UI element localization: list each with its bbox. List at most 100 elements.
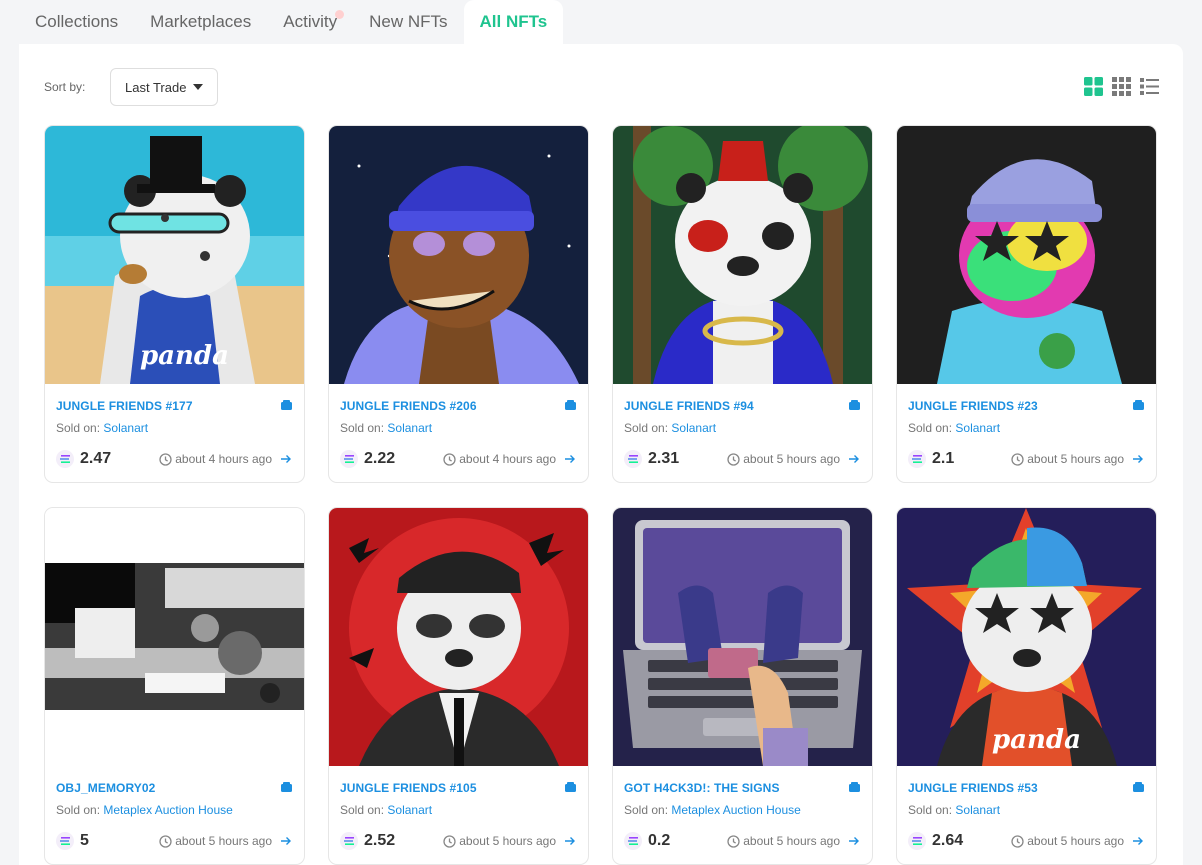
nft-image xyxy=(45,508,304,766)
solana-icon xyxy=(340,450,358,468)
tab-collections[interactable]: Collections xyxy=(19,0,134,44)
price: 2.1 xyxy=(932,450,955,467)
solana-icon xyxy=(56,450,74,468)
price-row: 2.47 about 4 hours ago xyxy=(56,448,292,470)
content-panel: Sort by: Last Trade panda JUNGLE FRIENDS… xyxy=(19,44,1183,865)
notification-dot xyxy=(335,10,345,19)
jersey-text: panda xyxy=(992,725,1081,755)
nft-card[interactable]: JUNGLE FRIENDS #206 Sold on: Solanart 2.… xyxy=(328,125,589,483)
trade-time: about 5 hours ago xyxy=(1011,452,1124,466)
trade-time: about 4 hours ago xyxy=(443,452,556,466)
nft-card[interactable]: panda JUNGLE FRIENDS #53 Sold on: Solana… xyxy=(896,507,1157,865)
price-row: 2.31 about 5 hours ago xyxy=(624,448,860,470)
sold-on: Sold on: Solanart xyxy=(340,803,433,817)
clock-icon xyxy=(727,834,740,848)
marketplace-link[interactable]: Solanart xyxy=(387,803,432,817)
nft-name[interactable]: JUNGLE FRIENDS #206 xyxy=(340,399,477,413)
price-row: 2.64 about 5 hours ago xyxy=(908,830,1144,852)
sort-label: Sort by: xyxy=(44,80,86,94)
arrow-right-icon[interactable] xyxy=(280,453,292,465)
tab-new-nfts[interactable]: New NFTs xyxy=(353,0,463,44)
tab-all-nfts[interactable]: All NFTs xyxy=(463,0,564,44)
price-row: 2.52 about 5 hours ago xyxy=(340,830,576,852)
arrow-right-icon[interactable] xyxy=(848,835,860,847)
marketplace-link[interactable]: Solanart xyxy=(955,803,1000,817)
marketplace-link[interactable]: Solanart xyxy=(387,421,432,435)
price-row: 2.22 about 4 hours ago xyxy=(340,448,576,470)
sold-on: Sold on: Solanart xyxy=(908,803,1001,817)
arrow-right-icon[interactable] xyxy=(1132,453,1144,465)
nft-card[interactable]: JUNGLE FRIENDS #105 Sold on: Solanart 2.… xyxy=(328,507,589,865)
arrow-right-icon[interactable] xyxy=(564,453,576,465)
arrow-right-icon[interactable] xyxy=(1132,835,1144,847)
nft-name[interactable]: JUNGLE FRIENDS #53 xyxy=(908,781,1038,795)
arrow-right-icon[interactable] xyxy=(564,835,576,847)
wallet-icon xyxy=(1133,400,1144,410)
nft-name[interactable]: GOT H4CK3D!: THE SIGNS xyxy=(624,781,780,795)
trade-time: about 5 hours ago xyxy=(159,834,272,848)
nft-name[interactable]: JUNGLE FRIENDS #94 xyxy=(624,399,754,413)
clock-icon xyxy=(1011,452,1024,466)
clock-icon xyxy=(443,834,456,848)
sold-on: Sold on: Solanart xyxy=(908,421,1001,435)
solana-icon xyxy=(908,832,926,850)
nft-grid: panda JUNGLE FRIENDS #177 Sold on: Solan… xyxy=(44,125,1157,865)
price: 2.22 xyxy=(364,450,396,467)
solana-icon xyxy=(624,450,642,468)
price: 5 xyxy=(80,832,89,849)
sold-on: Sold on: Metaplex Auction House xyxy=(56,803,233,817)
nft-name[interactable]: JUNGLE FRIENDS #177 xyxy=(56,399,193,413)
nft-image xyxy=(329,508,588,766)
view-toggle xyxy=(1084,77,1159,96)
marketplace-link[interactable]: Solanart xyxy=(103,421,148,435)
price: 2.64 xyxy=(932,832,964,849)
price-row: 2.1 about 5 hours ago xyxy=(908,448,1144,470)
sold-on: Sold on: Solanart xyxy=(624,421,717,435)
nft-image xyxy=(613,508,872,766)
price: 0.2 xyxy=(648,832,671,849)
sold-on: Sold on: Solanart xyxy=(340,421,433,435)
sold-on: Sold on: Solanart xyxy=(56,421,149,435)
price: 2.31 xyxy=(648,450,680,467)
trade-time: about 4 hours ago xyxy=(159,452,272,466)
sort-value: Last Trade xyxy=(125,79,187,95)
grid-large-icon[interactable] xyxy=(1084,77,1103,96)
nft-name[interactable]: JUNGLE FRIENDS #23 xyxy=(908,399,1038,413)
price-row: 0.2 about 5 hours ago xyxy=(624,830,860,852)
trade-time: about 5 hours ago xyxy=(1011,834,1124,848)
solana-icon xyxy=(908,450,926,468)
price: 2.47 xyxy=(80,450,112,467)
marketplace-link[interactable]: Solanart xyxy=(671,421,716,435)
marketplace-link[interactable]: Metaplex Auction House xyxy=(103,803,232,817)
arrow-right-icon[interactable] xyxy=(280,835,292,847)
solana-icon xyxy=(340,832,358,850)
nft-image xyxy=(329,126,588,384)
price-row: 5 about 5 hours ago xyxy=(56,830,292,852)
nft-card[interactable]: OBJ_MEMORY02 Sold on: Metaplex Auction H… xyxy=(44,507,305,865)
trade-time: about 5 hours ago xyxy=(727,834,840,848)
list-icon[interactable] xyxy=(1140,77,1159,96)
nft-card[interactable]: JUNGLE FRIENDS #94 Sold on: Solanart 2.3… xyxy=(612,125,873,483)
nav-tabs: Collections Marketplaces Activity New NF… xyxy=(19,0,1183,46)
marketplace-link[interactable]: Solanart xyxy=(955,421,1000,435)
nft-card[interactable]: JUNGLE FRIENDS #23 Sold on: Solanart 2.1… xyxy=(896,125,1157,483)
marketplace-link[interactable]: Metaplex Auction House xyxy=(671,803,800,817)
nft-card[interactable]: GOT H4CK3D!: THE SIGNS Sold on: Metaplex… xyxy=(612,507,873,865)
tab-marketplaces[interactable]: Marketplaces xyxy=(134,0,267,44)
wallet-icon xyxy=(281,782,292,792)
trade-time: about 5 hours ago xyxy=(443,834,556,848)
jersey-text: panda xyxy=(140,341,229,371)
solana-icon xyxy=(624,832,642,850)
nft-card[interactable]: panda JUNGLE FRIENDS #177 Sold on: Solan… xyxy=(44,125,305,483)
wallet-icon xyxy=(281,400,292,410)
grid-small-icon[interactable] xyxy=(1112,77,1131,96)
sort-dropdown[interactable]: Last Trade xyxy=(110,68,218,106)
nft-name[interactable]: JUNGLE FRIENDS #105 xyxy=(340,781,477,795)
tab-activity[interactable]: Activity xyxy=(267,0,353,44)
solana-icon xyxy=(56,832,74,850)
wallet-icon xyxy=(1133,782,1144,792)
arrow-right-icon[interactable] xyxy=(848,453,860,465)
nft-name[interactable]: OBJ_MEMORY02 xyxy=(56,781,155,795)
wallet-icon xyxy=(849,782,860,792)
clock-icon xyxy=(443,452,456,466)
